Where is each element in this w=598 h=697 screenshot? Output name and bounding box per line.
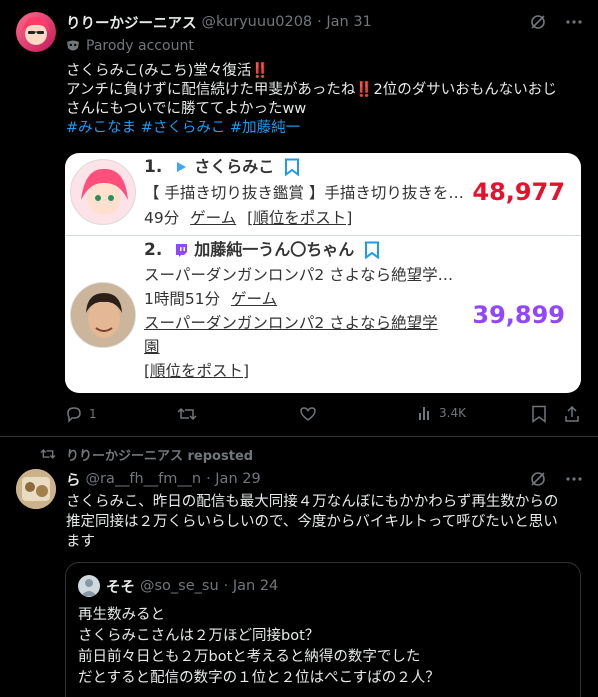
- repost-indicator: りりーかジーニアス reposted: [40, 445, 253, 464]
- ranking-row-1[interactable]: 1. さくらみこ 【 手描き切り抜き鑑賞 】手描き切り抜きを… 49分 ゲーム …: [65, 153, 581, 236]
- parody-label: Parody account: [86, 38, 194, 54]
- reply-button[interactable]: 1: [65, 405, 97, 423]
- quoted-tweet[interactable]: そそ @so_se_su · Jan 24 再生数みると さくらみこさんは２万ほ…: [65, 562, 581, 697]
- youtube-play-icon: [177, 162, 187, 172]
- streamer-name: 加藤純一うん〇ちゃん: [194, 240, 355, 259]
- grok-icon[interactable]: [528, 12, 548, 32]
- stream-duration: 1時間51分: [144, 290, 221, 308]
- bookmark-button[interactable]: [531, 405, 547, 423]
- tweet-line-2b: 2位のダサいおもんないおじ: [373, 82, 557, 98]
- grok-icon[interactable]: [528, 469, 548, 489]
- author-name[interactable]: ら: [66, 469, 81, 490]
- stream-title: スーパーダンガンロンパ2 さよなら絶望学…: [144, 266, 454, 284]
- quoted-line-2: さくらみこさんは２万ほど同接bot？: [78, 628, 320, 644]
- author-name[interactable]: りりーかジーニアス: [66, 12, 197, 33]
- stream-duration: 49分: [144, 209, 180, 227]
- tweet-header: りりーかジーニアス @kuryuuu0208 · Jan 31: [66, 12, 372, 32]
- tweet-time[interactable]: · Jan 31: [317, 14, 372, 30]
- viewer-score: 39,899: [472, 301, 565, 329]
- tweet-header: ら @ra__fh__fm__n · Jan 29: [66, 469, 261, 489]
- reply-count: 1: [89, 407, 97, 421]
- game-link-line-2[interactable]: 園: [144, 335, 160, 359]
- quoted-author-avatar: [78, 575, 100, 597]
- avatar-photo-image: [16, 469, 56, 509]
- avatar-anime-image: [22, 16, 50, 45]
- tweet-text: さくらみこ(みこち)堂々復活‼️ アンチに負けずに配信続けた甲斐があったね‼️2…: [66, 62, 586, 138]
- ranking-card[interactable]: 1. さくらみこ 【 手描き切り抜き鑑賞 】手描き切り抜きを… 49分 ゲーム …: [65, 153, 581, 393]
- post-ranking-link[interactable]: [順位をポスト]: [144, 359, 249, 383]
- parody-badge: Parody account: [66, 37, 194, 55]
- ranking-row-2[interactable]: 2. 加藤純一うん〇ちゃん スーパーダンガンロンパ2 さよなら絶望学… 1時間5…: [65, 236, 581, 393]
- tweet-line-3: ます: [66, 534, 95, 550]
- category-link[interactable]: ゲーム: [190, 209, 236, 227]
- retweet-icon: [40, 449, 56, 459]
- post-ranking-link[interactable]: [順位をポスト]: [247, 209, 352, 227]
- quoted-author-name: そそ: [106, 579, 135, 596]
- quoted-line-4: だとすると配信の数字の１位と２位はぺこすばの２人？: [78, 670, 440, 686]
- quoted-line-3: 前日前々日とも２万botと考えると納得の数字でした: [78, 649, 421, 665]
- heart-icon: [300, 407, 316, 421]
- quoted-author-handle: @so_se_su: [140, 578, 219, 594]
- more-options-icon[interactable]: [564, 469, 584, 489]
- tweet-line-2a: アンチに負けずに配信続けた甲斐があったね: [66, 82, 356, 98]
- photo-avatar-image: [71, 283, 135, 347]
- like-button[interactable]: [299, 405, 317, 423]
- quoted-header: そそ @so_se_su · Jan 24: [106, 576, 278, 596]
- streamer-avatar-2: [70, 282, 136, 348]
- bookmark-icon: [532, 405, 546, 423]
- author-avatar[interactable]: [16, 12, 56, 52]
- tweet-line-1: さくらみこ、昨日の配信も最大同接４万なんぼにもかかわらず再生数からの: [66, 494, 559, 510]
- tweet-line-1: さくらみこ(みこち)堂々復活: [66, 63, 252, 79]
- quoted-time: · Jan 24: [223, 578, 279, 594]
- tweet-line-2: 推定同接は２万くらいらしいので、今度からバイキルトって呼びたいと思い: [66, 514, 558, 530]
- quoted-line-1: 再生数みると: [78, 607, 165, 623]
- game-link-line-1[interactable]: スーパーダンガンロンパ2 さよなら絶望学: [144, 311, 438, 335]
- tweet-2[interactable]: りりーかジーニアス reposted ら @ra__fh__fm__n · Ja…: [0, 437, 598, 697]
- streamer-avatar-1: [70, 159, 136, 225]
- double-exclamation-emoji: ‼️: [251, 63, 270, 79]
- double-exclamation-emoji: ‼️: [355, 82, 374, 98]
- category-link[interactable]: ゲーム: [231, 290, 277, 308]
- retweet-button[interactable]: [177, 405, 197, 423]
- streamer-name: さくらみこ: [194, 157, 275, 176]
- rank-number: 2.: [144, 240, 163, 260]
- mask-icon: [67, 40, 79, 51]
- bookmark-icon[interactable]: [364, 241, 380, 259]
- views-button[interactable]: 3.4K: [417, 405, 466, 421]
- tweet-time[interactable]: · Jan 29: [206, 471, 261, 487]
- stream-title: 【 手描き切り抜き鑑賞 】手描き切り抜きを…: [144, 184, 464, 202]
- tweet-actions: 1 3.4K: [65, 405, 581, 425]
- default-avatar-image: [81, 579, 97, 596]
- viewer-score: 48,977: [472, 178, 565, 206]
- analytics-icon: [419, 407, 429, 420]
- reply-icon: [67, 407, 81, 423]
- share-icon: [565, 405, 579, 422]
- rank-number: 1.: [144, 157, 163, 177]
- anime-avatar-image: [71, 160, 135, 224]
- tweet-line-3: さんにもついでに勝ててよかったww: [66, 101, 307, 117]
- quoted-text: 再生数みると さくらみこさんは２万ほど同接bot？ 前日前々日とも２万botと考…: [78, 605, 573, 689]
- author-handle[interactable]: @ra__fh__fm__n: [86, 471, 202, 487]
- author-handle[interactable]: @kuryuuu0208: [202, 14, 313, 30]
- more-options-icon[interactable]: [564, 12, 584, 32]
- tweet-1[interactable]: りりーかジーニアス @kuryuuu0208 · Jan 31 Parody a…: [0, 0, 598, 437]
- view-count: 3.4K: [439, 406, 466, 420]
- twitch-icon: [176, 243, 188, 257]
- repost-label[interactable]: りりーかジーニアス reposted: [66, 445, 253, 464]
- share-button[interactable]: [563, 405, 581, 423]
- hashtags[interactable]: #みこなま #さくらみこ #加藤純一: [66, 119, 586, 138]
- tweet-text: さくらみこ、昨日の配信も最大同接４万なんぼにもかかわらず再生数からの 推定同接は…: [66, 492, 586, 552]
- author-avatar[interactable]: [16, 469, 56, 509]
- bookmark-icon[interactable]: [284, 158, 300, 176]
- retweet-icon: [177, 407, 197, 421]
